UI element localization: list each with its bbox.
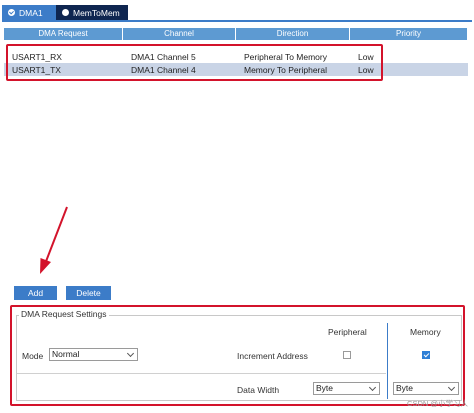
watermark: CSDN @小学习人 <box>407 399 468 408</box>
delete-button[interactable]: Delete <box>66 286 111 300</box>
add-button[interactable]: Add <box>14 286 57 300</box>
highlight-box-settings <box>10 305 465 406</box>
